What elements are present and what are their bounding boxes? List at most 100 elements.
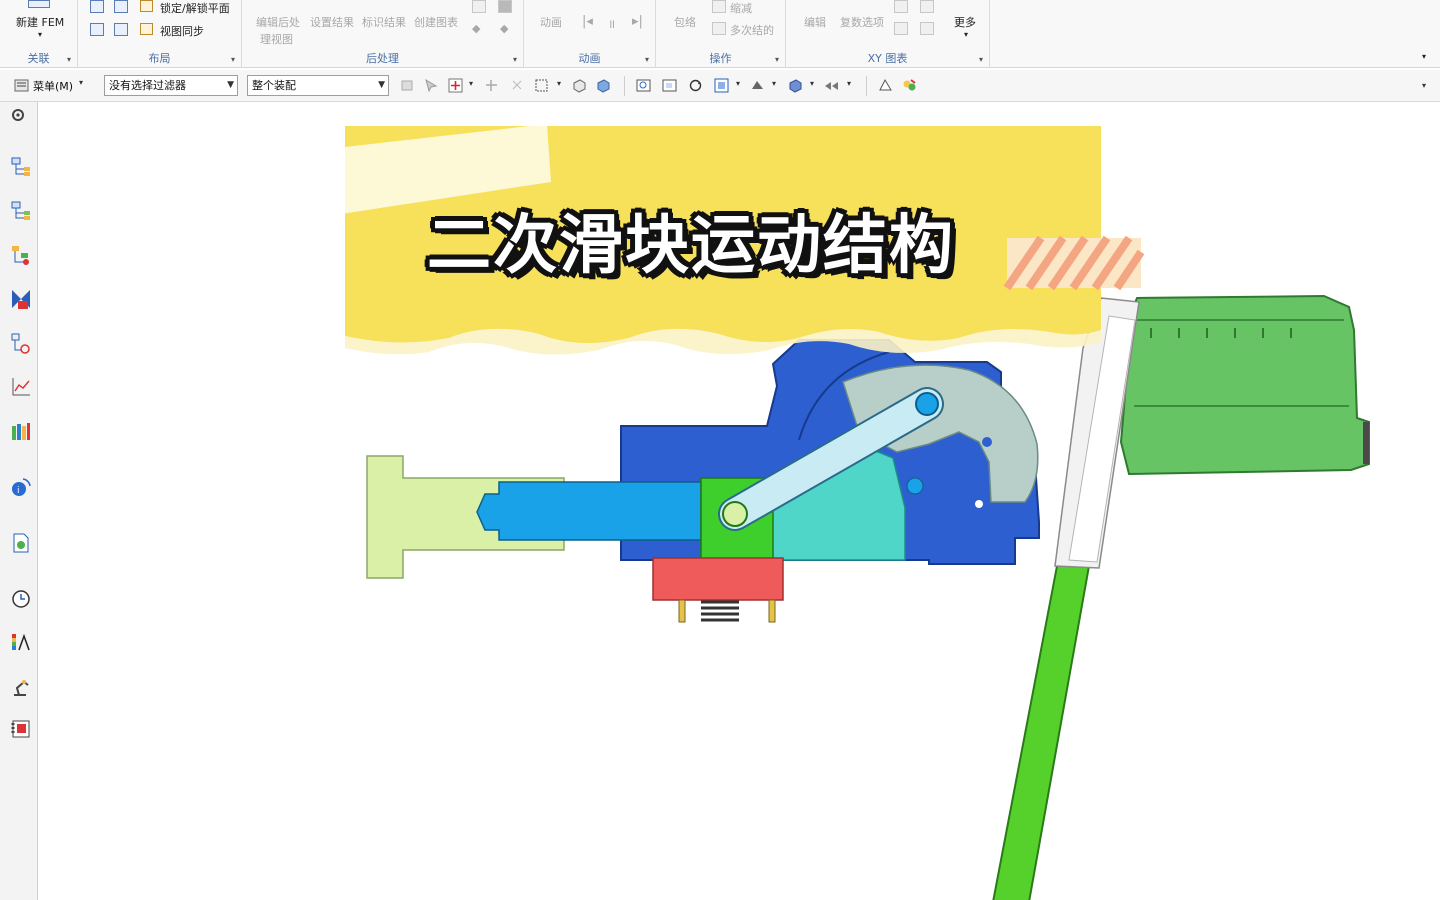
layout-split-icon[interactable] — [90, 23, 104, 36]
nx-window: 新建 FEM ▾ 关联 ▾ 锁定/解锁平面 视图同步 布局 ▾ 编辑后处 理视图… — [0, 0, 1440, 900]
edit-post-view-label-2: 理视图 — [260, 33, 293, 46]
document-icon[interactable] — [10, 532, 32, 554]
edit-post-view-button[interactable]: 编辑后处 — [256, 14, 300, 30]
render-style-icon[interactable] — [750, 78, 765, 93]
group-dropdown-icon[interactable]: ▾ — [231, 55, 235, 64]
skip-forward-icon[interactable]: ▸| — [632, 14, 643, 29]
complex-options-button[interactable]: 复数选项 — [840, 14, 884, 30]
simulation-navigator-icon[interactable] — [10, 288, 32, 310]
assembly-navigator-icon[interactable] — [10, 156, 32, 178]
set-result-button[interactable]: 设置结果 — [310, 14, 354, 30]
document-icon[interactable] — [472, 0, 486, 13]
arrow-right-icon[interactable]: ◆ — [500, 22, 508, 35]
pause-icon[interactable]: ॥ — [608, 15, 615, 32]
ribbon-options-icon[interactable]: ▾ — [1422, 52, 1426, 61]
robot-arm-icon[interactable] — [10, 676, 32, 698]
fit-view-icon[interactable] — [636, 78, 651, 93]
move-icon[interactable] — [484, 78, 499, 93]
group-dropdown-icon[interactable]: ▾ — [775, 55, 779, 64]
ribbon-group-label: 布局 — [148, 52, 171, 65]
group-dropdown-icon[interactable]: ▾ — [67, 55, 71, 64]
lower-pin — [722, 501, 748, 527]
visibility-icon[interactable] — [824, 78, 839, 93]
rotate-select-icon[interactable] — [510, 78, 525, 93]
toolbar-options-icon[interactable]: ▾ — [1422, 81, 1426, 90]
graphics-viewport[interactable]: 二次滑块运动结构 — [39, 102, 1440, 900]
part-navigator-icon[interactable] — [10, 200, 32, 222]
ribbon-group-label: 操作 — [709, 52, 732, 65]
ribbon-group-label: 后处理 — [366, 52, 399, 65]
page-icon[interactable] — [920, 0, 934, 13]
view-cube-dropdown-icon[interactable]: ▾ — [810, 79, 814, 88]
post-navigator-icon[interactable] — [10, 376, 32, 398]
toolbar-separator — [866, 76, 867, 96]
render-style-dropdown-icon[interactable]: ▾ — [772, 79, 776, 88]
chevron-down-icon[interactable]: ▾ — [38, 30, 42, 39]
wireframe-icon[interactable] — [572, 78, 587, 93]
box-select-icon[interactable] — [534, 78, 549, 93]
clip-section-icon[interactable] — [878, 78, 893, 93]
assembly-scope-dropdown[interactable]: 整个装配 ▼ — [247, 75, 389, 96]
history-navigator-icon[interactable] — [10, 332, 32, 354]
color-legend-icon[interactable] — [10, 632, 32, 654]
orient-view-icon[interactable] — [714, 78, 729, 93]
clock-icon[interactable] — [10, 588, 32, 610]
constraint-navigator-icon[interactable] — [10, 244, 32, 266]
upper-pin — [915, 392, 939, 416]
layout-single-icon[interactable] — [90, 0, 104, 13]
fem-icon — [28, 0, 50, 8]
arrow-left-icon[interactable]: ◆ — [472, 22, 480, 35]
orient-view-dropdown-icon[interactable]: ▾ — [736, 79, 740, 88]
info-icon[interactable]: i — [10, 476, 32, 498]
mark-result-button[interactable]: 标识结果 — [362, 14, 406, 30]
visibility-dropdown-icon[interactable]: ▾ — [847, 79, 851, 88]
layout-quad-icon[interactable] — [114, 23, 128, 36]
chart-icon[interactable] — [894, 22, 908, 35]
layout-grid-icon[interactable] — [114, 0, 128, 13]
skip-back-icon[interactable]: |◂ — [582, 14, 593, 29]
clear-icon[interactable] — [920, 22, 934, 35]
cube-icon[interactable] — [498, 0, 512, 13]
view-sync-button[interactable]: 视图同步 — [160, 23, 204, 39]
menu-dropdown-icon[interactable]: ▾ — [79, 78, 83, 87]
housing-edge — [1363, 422, 1369, 464]
ribbon: 新建 FEM ▾ 关联 ▾ 锁定/解锁平面 视图同步 布局 ▾ 编辑后处 理视图… — [0, 0, 1440, 68]
group-dropdown-icon[interactable]: ▾ — [645, 55, 649, 64]
lock-plane-button[interactable]: 锁定/解锁平面 — [160, 0, 230, 16]
ribbon-group-animation: 动画 |◂ ॥ ▸| 动画 ▾ — [524, 0, 656, 68]
zoom-window-icon[interactable] — [662, 78, 677, 93]
more-button[interactable]: 更多 — [954, 14, 976, 30]
shrink-button[interactable]: 缩减 — [730, 0, 752, 16]
view-cube-icon[interactable] — [788, 78, 803, 93]
group-dropdown-icon[interactable]: ▾ — [513, 55, 517, 64]
envelope-button[interactable]: 包络 — [674, 14, 696, 30]
gear-icon[interactable] — [9, 106, 27, 124]
box-select-dropdown-icon[interactable]: ▾ — [557, 79, 561, 88]
add-point-icon[interactable] — [448, 78, 463, 93]
color-palette-icon[interactable] — [902, 78, 917, 93]
reuse-library-icon[interactable] — [10, 420, 32, 442]
toolbar-separator — [624, 76, 625, 96]
search-icon[interactable] — [894, 0, 908, 13]
rotate-icon[interactable] — [688, 78, 703, 93]
animation-button[interactable]: 动画 — [540, 14, 562, 30]
select-arrow-icon[interactable] — [424, 78, 439, 93]
add-point-dropdown-icon[interactable]: ▾ — [469, 79, 473, 88]
edit-button[interactable]: 编辑 — [804, 14, 826, 30]
shaded-icon[interactable] — [596, 78, 611, 93]
ribbon-group-associate: 新建 FEM ▾ 关联 ▾ — [0, 0, 78, 68]
chevron-down-icon[interactable]: ▾ — [964, 30, 968, 39]
shrink-icon — [712, 0, 726, 13]
snap-icon[interactable] — [400, 78, 415, 93]
group-dropdown-icon[interactable]: ▾ — [979, 55, 983, 64]
multi-result-icon — [712, 22, 726, 35]
create-chart-button[interactable]: 创建图表 — [414, 14, 458, 30]
chevron-down-icon: ▼ — [378, 80, 385, 90]
new-fem-button[interactable]: 新建 FEM — [16, 14, 64, 30]
menu-button[interactable]: 菜单(M) — [33, 78, 73, 94]
multi-result-button[interactable]: 多次结的 — [730, 22, 774, 38]
film-icon[interactable] — [10, 718, 32, 740]
menu-icon[interactable] — [14, 78, 29, 93]
main-rod — [476, 481, 702, 541]
selection-filter-dropdown[interactable]: 没有选择过滤器 ▼ — [104, 75, 238, 96]
